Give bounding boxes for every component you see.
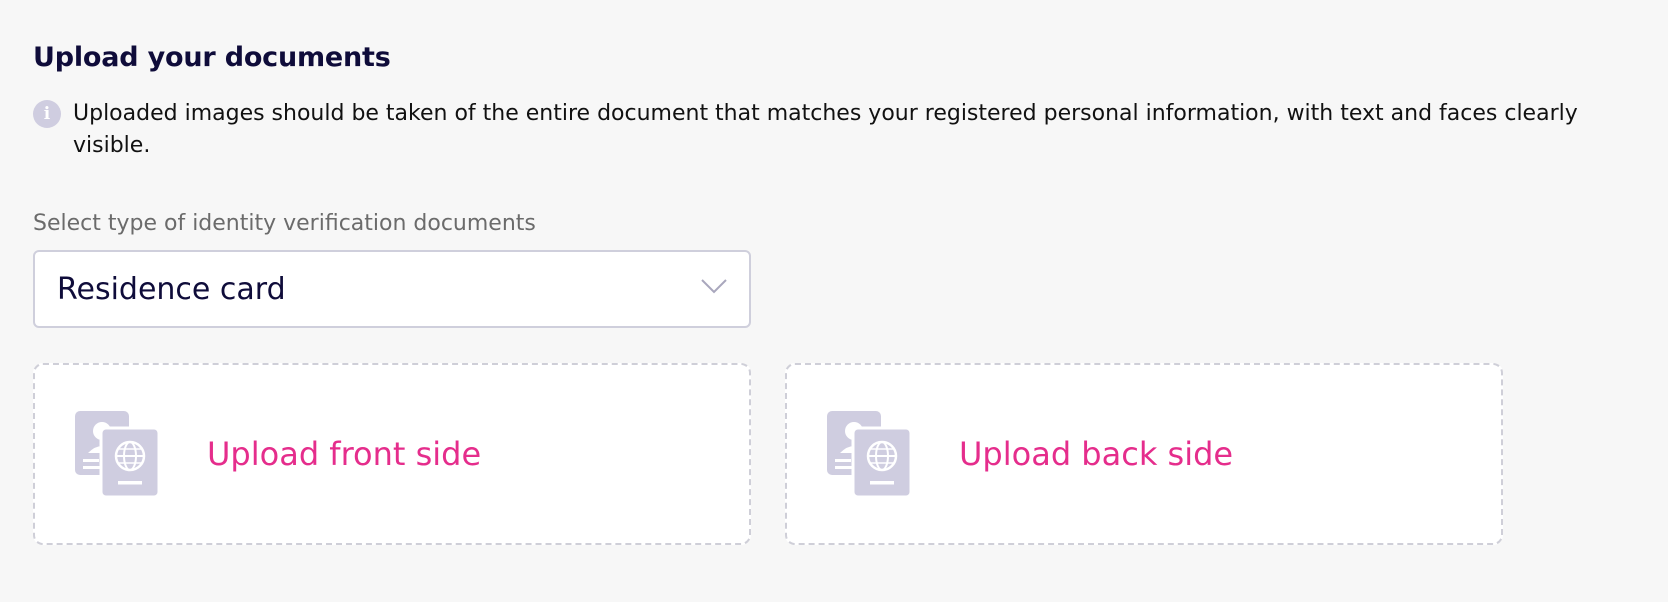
upload-front-button[interactable]: Upload front side (33, 363, 751, 545)
info-text: Uploaded images should be taken of the e… (73, 101, 1578, 158)
section-title: Upload your documents (33, 42, 391, 73)
id-passport-icon (827, 411, 911, 497)
document-type-value: Residence card (57, 272, 286, 307)
id-passport-icon (75, 411, 159, 497)
upload-back-button[interactable]: Upload back side (785, 363, 1503, 545)
chevron-down-icon (701, 279, 727, 294)
upload-back-label: Upload back side (959, 435, 1234, 473)
document-type-select[interactable]: Residence card (33, 250, 751, 328)
document-type-label: Select type of identity verification doc… (33, 211, 536, 236)
upload-front-label: Upload front side (207, 435, 482, 473)
info-icon: i (33, 100, 61, 128)
